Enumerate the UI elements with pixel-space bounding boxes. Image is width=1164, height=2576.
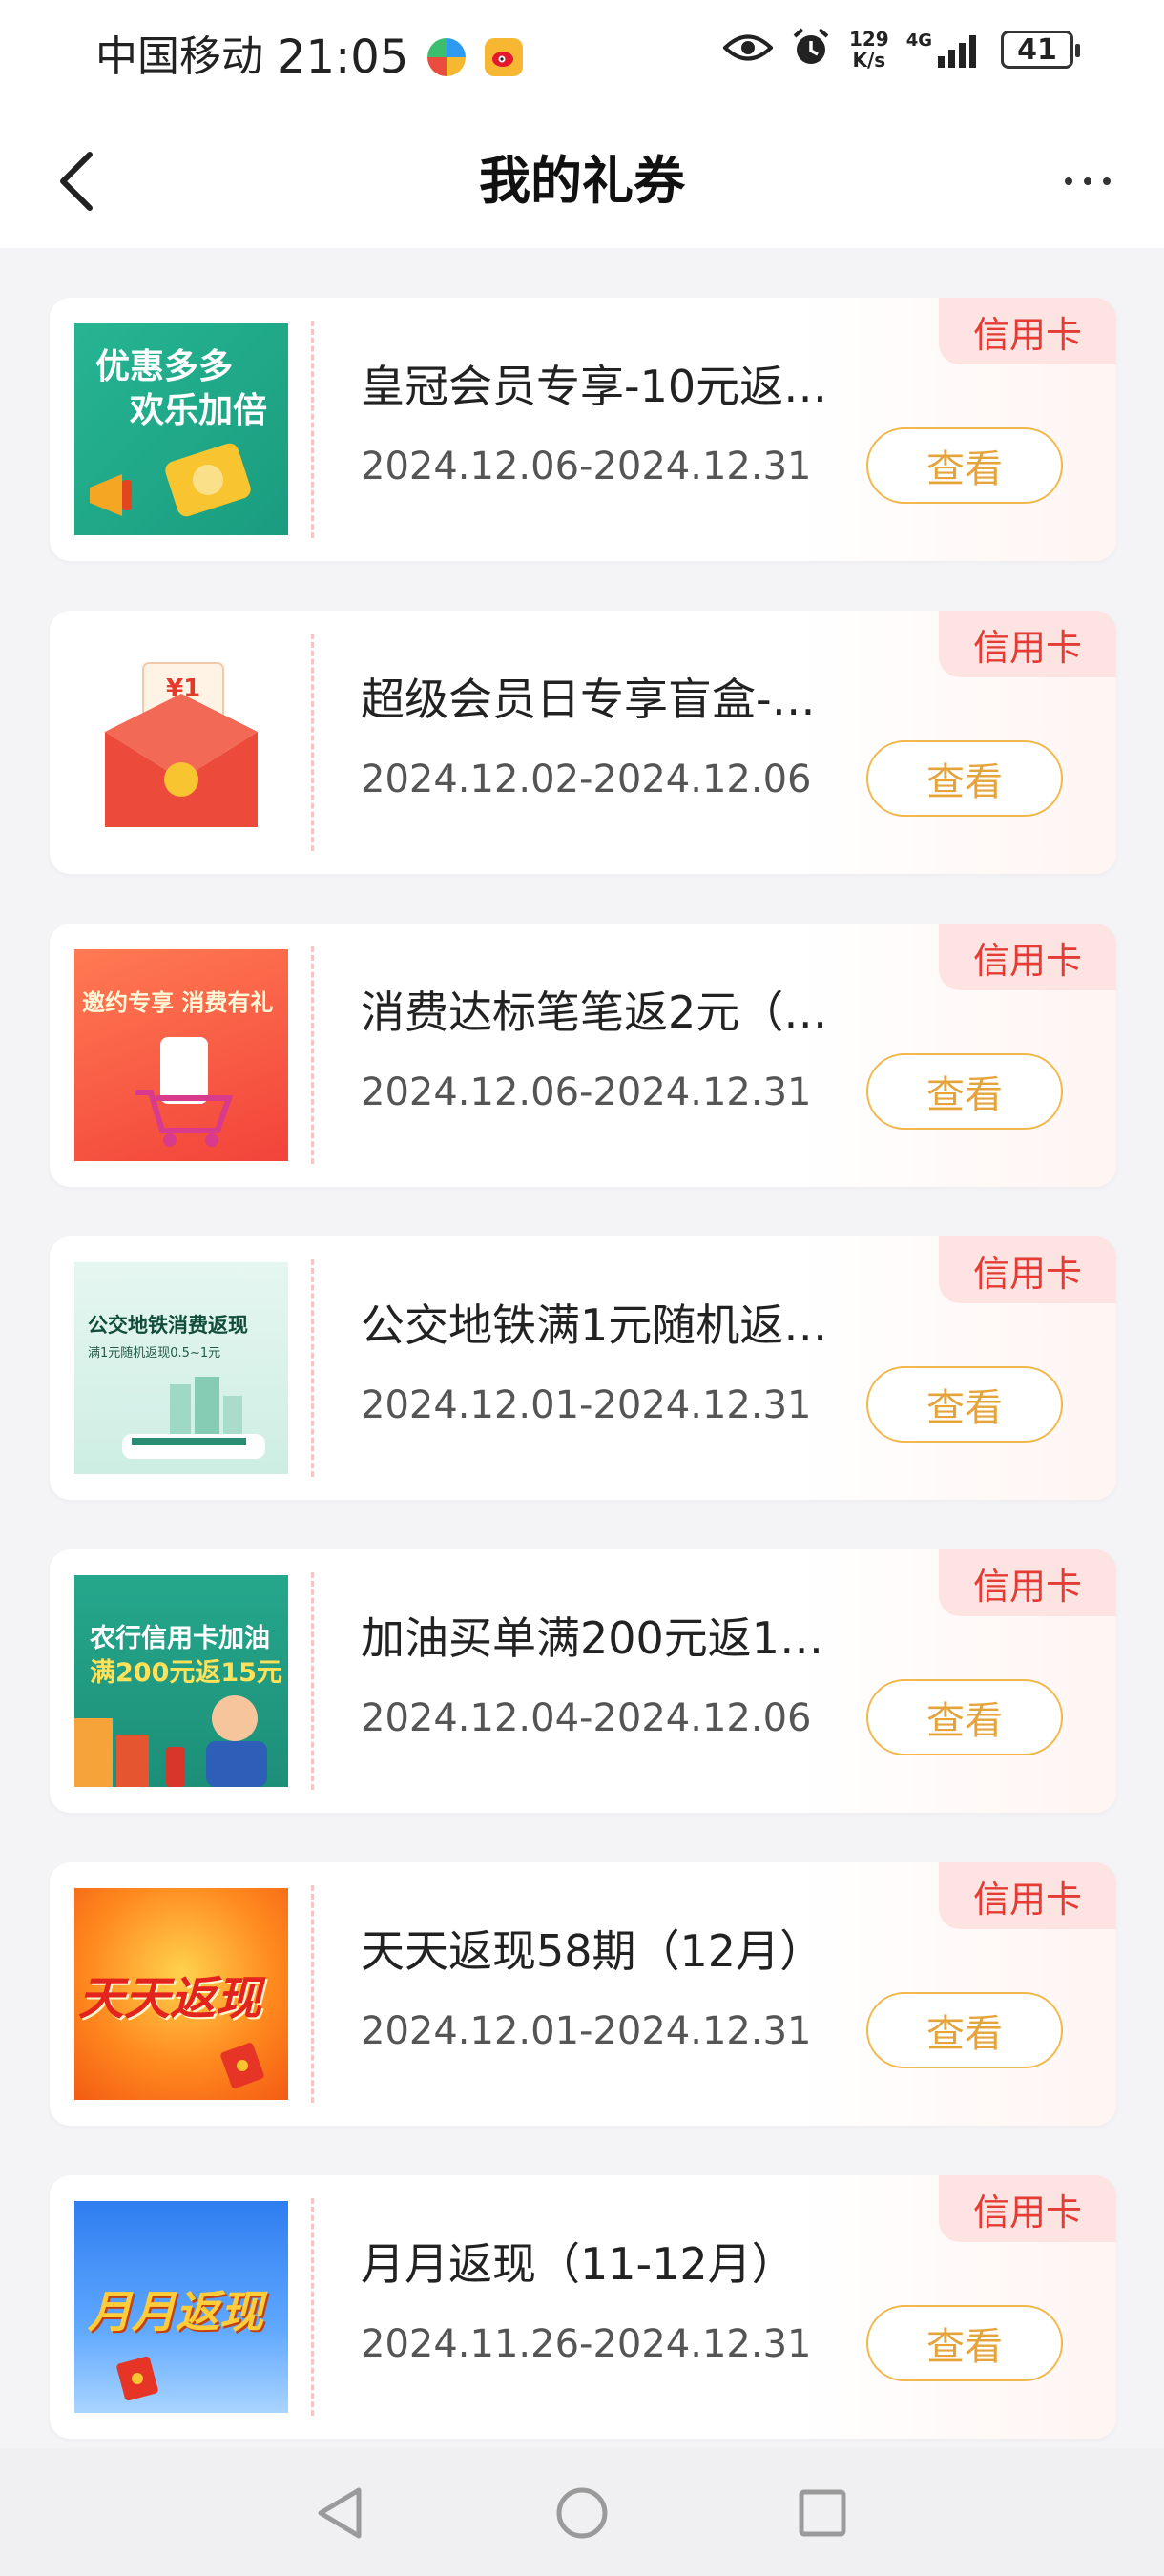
more-dot-icon <box>1084 177 1091 185</box>
view-button[interactable]: 查看 <box>866 1679 1063 1755</box>
coupon-validity-dates: 2024.12.06-2024.12.31 <box>361 445 812 488</box>
shopping-cart-icon <box>135 1037 234 1147</box>
thumbnail-text: 优惠多多 <box>95 347 234 386</box>
thumbnail-text: 公交地铁消费返现 <box>88 1314 248 1337</box>
coupon-divider <box>311 321 314 538</box>
network-speed-unit: K/s <box>852 49 886 72</box>
page-title: 我的礼券 <box>479 151 685 211</box>
thumbnail-text: ¥1 <box>166 675 201 703</box>
view-button[interactable]: 查看 <box>866 1992 1063 2068</box>
red-packet-icon <box>116 2356 158 2401</box>
coupon-tag: 信用卡 <box>939 1236 1116 1303</box>
nav-bar: 我的礼券 <box>0 114 1164 248</box>
thumbnail-text: 天天返现 <box>78 1972 262 2025</box>
gift-ticket-icon <box>165 443 251 517</box>
clock: 21:05 <box>277 31 409 84</box>
coupon-divider <box>311 2198 314 2416</box>
eye-icon <box>722 31 774 68</box>
coupon-title: 超级会员日专享盲盒-… <box>361 674 816 725</box>
coupon-thumbnail: 优惠多多 欢乐加倍 <box>74 323 288 535</box>
thumbnail-text: 农行信用卡加油 <box>90 1624 270 1653</box>
network-speed: 129 K/s <box>849 29 889 71</box>
weibo-icon <box>485 38 524 76</box>
view-button[interactable]: 查看 <box>866 740 1063 817</box>
system-recents-button[interactable] <box>784 2475 861 2551</box>
app-notification-icon <box>427 38 467 76</box>
square-recents-icon <box>799 2489 846 2537</box>
coupon-divider <box>311 1885 314 2103</box>
status-bar: 中国移动 21:05 129 K/s 4G 41 <box>0 0 1164 114</box>
red-packet-icon <box>220 2043 264 2088</box>
thumbnail-text: 邀约专享 消费有礼 <box>82 989 274 1016</box>
coupon-title: 消费达标笔笔返2元（… <box>361 987 828 1038</box>
coupon-title: 皇冠会员专享-10元返… <box>361 361 828 412</box>
coupon-validity-dates: 2024.11.26-2024.12.31 <box>361 2322 812 2366</box>
coupon-thumbnail: ¥1 <box>74 636 288 848</box>
system-home-button[interactable] <box>544 2475 620 2551</box>
coupon-card[interactable]: 信用卡 天天返现 天天返现58期（12月） 2024.12.01-2024.12… <box>50 1862 1116 2126</box>
coupon-tag: 信用卡 <box>939 611 1116 677</box>
more-dot-icon <box>1103 177 1111 185</box>
signal-indicator: 4G <box>906 31 984 68</box>
coupon-thumbnail: 月月返现 <box>74 2201 288 2413</box>
coupon-validity-dates: 2024.12.04-2024.12.06 <box>361 1696 812 1740</box>
system-back-button[interactable] <box>301 2475 378 2551</box>
coupon-card[interactable]: 信用卡 月月返现 月月返现（11-12月） 2024.11.26-2024.12… <box>50 2175 1116 2439</box>
triangle-back-icon <box>318 2487 362 2539</box>
coupon-validity-dates: 2024.12.01-2024.12.31 <box>361 2009 812 2053</box>
signal-bars-icon <box>938 35 976 68</box>
coupon-card[interactable]: 信用卡 农行信用卡加油 满200元返15元 加油买单满200元返1… 2024.… <box>50 1549 1116 1813</box>
coupon-tag: 信用卡 <box>939 2175 1116 2242</box>
coupon-card[interactable]: 信用卡 ¥1 超级会员日专享盲盒-… 2024.12.02-2024.12.06… <box>50 611 1116 874</box>
coupon-validity-dates: 2024.12.01-2024.12.31 <box>361 1383 812 1427</box>
system-navigation-bar <box>0 2448 1164 2576</box>
coupon-card[interactable]: 信用卡 优惠多多 欢乐加倍 皇冠会员专享-10元返… 2024.12.06-20… <box>50 298 1116 561</box>
coupon-card[interactable]: 信用卡 公交地铁消费返现 满1元随机返现0.5~1元 公交地铁满1元随机返… 2… <box>50 1236 1116 1500</box>
coupon-divider <box>311 946 314 1164</box>
coupon-divider <box>311 1572 314 1790</box>
coupon-thumbnail: 公交地铁消费返现 满1元随机返现0.5~1元 <box>74 1262 288 1474</box>
circle-home-icon <box>556 2487 608 2539</box>
view-button[interactable]: 查看 <box>866 1366 1063 1443</box>
coupon-tag: 信用卡 <box>939 1549 1116 1616</box>
coupon-thumbnail: 天天返现 <box>74 1888 288 2100</box>
thumbnail-text: 满1元随机返现0.5~1元 <box>88 1346 221 1361</box>
carrier-name: 中国移动 <box>95 32 263 81</box>
coupon-thumbnail: 邀约专享 消费有礼 <box>74 949 288 1161</box>
alarm-icon <box>790 27 832 73</box>
network-type: 4G <box>905 31 932 51</box>
more-options-button[interactable] <box>1050 143 1126 219</box>
view-button[interactable]: 查看 <box>866 2305 1063 2381</box>
coupon-thumbnail: 农行信用卡加油 满200元返15元 <box>74 1575 288 1787</box>
thumbnail-text: 欢乐加倍 <box>130 391 268 430</box>
thumbnail-text: 满200元返15元 <box>90 1658 282 1688</box>
coupon-divider <box>311 634 314 851</box>
coupon-validity-dates: 2024.12.06-2024.12.31 <box>361 1070 812 1114</box>
status-left: 中国移动 21:05 <box>95 27 524 88</box>
coupon-divider <box>311 1259 314 1477</box>
thumbnail-text: 月月返现 <box>88 2286 263 2337</box>
more-dot-icon <box>1065 177 1072 185</box>
battery-indicator: 41 <box>1001 31 1080 69</box>
city-bus-icon <box>122 1377 265 1459</box>
coupon-tag: 信用卡 <box>939 298 1116 364</box>
fuel-attendant-icon <box>74 1695 267 1787</box>
coupon-tag: 信用卡 <box>939 1862 1116 1929</box>
coupon-tag: 信用卡 <box>939 924 1116 990</box>
coupon-title: 加油买单满200元返1… <box>361 1612 824 1664</box>
coupon-title: 天天返现58期（12月） <box>361 1925 824 1977</box>
coupon-title: 月月返现（11-12月） <box>361 2238 796 2290</box>
view-button[interactable]: 查看 <box>866 1053 1063 1130</box>
network-speed-value: 129 <box>848 28 889 51</box>
coupon-list: 信用卡 优惠多多 欢乐加倍 皇冠会员专享-10元返… 2024.12.06-20… <box>50 298 1116 2488</box>
view-button[interactable]: 查看 <box>866 427 1063 504</box>
megaphone-icon <box>90 474 132 516</box>
coupon-card[interactable]: 信用卡 邀约专享 消费有礼 消费达标笔笔返2元（… 2024.12.06-202… <box>50 924 1116 1187</box>
coupon-validity-dates: 2024.12.02-2024.12.06 <box>361 758 812 801</box>
coupon-title: 公交地铁满1元随机返… <box>361 1299 828 1351</box>
status-right: 129 K/s 4G 41 <box>722 27 1080 73</box>
